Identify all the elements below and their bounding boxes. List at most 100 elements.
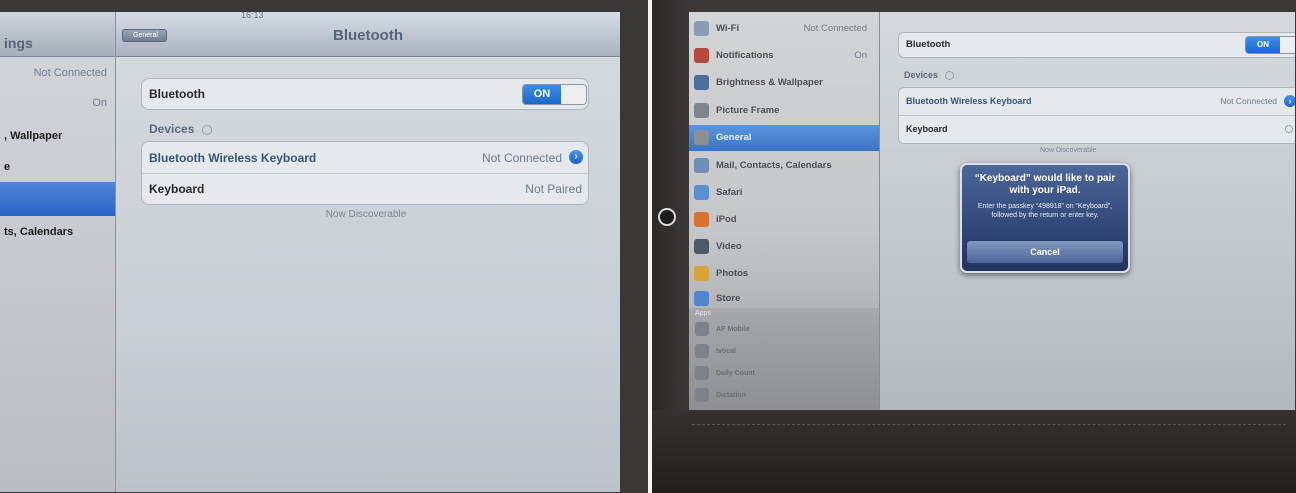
sidebar-item-label: Brightness & Wallpaper — [716, 77, 823, 88]
sidebar-item-picture-frame[interactable]: e — [0, 155, 115, 179]
bluetooth-label: Bluetooth — [906, 39, 951, 50]
activity-spinner-icon — [201, 124, 212, 135]
sidebar-item-notifications[interactable]: Notifications On — [689, 43, 879, 69]
sidebar-app-item[interactable]: Ivocal — [716, 348, 736, 355]
ipod-icon — [694, 212, 709, 227]
sidebar-app-item[interactable]: Daily Count — [716, 370, 755, 377]
settings-sidebar: ings Not Connected On , Wallpaper e ts, … — [0, 12, 116, 492]
sidebar-item-ipod[interactable]: iPod — [689, 207, 879, 233]
sidebar-item-label: Wi-Fi — [716, 23, 740, 34]
sidebar-item-label: Notifications — [716, 50, 774, 61]
discoverable-status: Now Discoverable — [325, 209, 407, 220]
status-bar-time: 16:13 — [241, 12, 264, 20]
sidebar-item-label: General — [716, 132, 752, 143]
toggle-on-label: ON — [1246, 37, 1280, 53]
device-status: Not Connected — [481, 151, 562, 165]
alert-title: “Keyboard” would like to pair with your … — [974, 173, 1116, 196]
mail-icon — [694, 158, 709, 173]
sidebar-item-label: Mail, Contacts, Calendars — [716, 160, 832, 171]
left-photo: ings Not Connected On , Wallpaper e ts, … — [0, 0, 648, 493]
disclosure-arrow-icon[interactable]: › — [1284, 95, 1295, 107]
sidebar-item-safari[interactable]: Safari — [689, 180, 879, 206]
sidebar-item-label: , Wallpaper — [4, 130, 63, 142]
sidebar-item-picture-frame[interactable]: Picture Frame — [689, 98, 879, 124]
bluetooth-detail-pane: 16:13 General Bluetooth Bluetooth ON Dev… — [116, 12, 620, 492]
settings-sidebar: Wi-Fi Not Connected Notifications On Brightn… — [689, 12, 880, 412]
gear-icon — [694, 130, 709, 145]
navigation-bar: 16:13 General Bluetooth — [116, 12, 620, 57]
sidebar-item-value: Not Connected — [33, 67, 107, 79]
video-icon — [694, 239, 709, 254]
sidebar-item-mail[interactable]: ts, Calendars — [0, 220, 115, 244]
devices-section-header: Devices — [149, 122, 212, 136]
device-name: Bluetooth Wireless Keyboard — [149, 151, 317, 165]
devices-section-header: Devices — [904, 70, 954, 81]
toggle-on-label: ON — [523, 85, 561, 104]
bluetooth-label: Bluetooth — [149, 87, 205, 101]
sidebar-item-label: e — [4, 161, 11, 173]
sidebar-item-video[interactable]: Video — [689, 234, 879, 260]
bluetooth-row: Bluetooth ON — [898, 32, 1295, 58]
right-ipad-screen: Wi-Fi Not Connected Notifications On Brightn… — [689, 12, 1295, 412]
discoverable-status: Now Discoverable — [1040, 147, 1097, 154]
apps-section: Apps AP Mobile Ivocal Daily Count Dictation — [689, 308, 879, 412]
alert-message: Enter the passkey “498918” on “Keyboard”… — [977, 203, 1113, 219]
device-row[interactable]: Bluetooth Wireless Keyboard Not Connecte… — [899, 88, 1295, 115]
disclosure-arrow-icon[interactable]: › — [569, 150, 583, 164]
sidebar-item-general[interactable] — [0, 182, 115, 216]
photos-icon — [694, 266, 709, 281]
apps-section-header: Apps — [695, 310, 711, 317]
cancel-button[interactable]: Cancel — [966, 240, 1124, 264]
sidebar-item-label: Picture Frame — [716, 105, 780, 116]
activity-spinner-icon — [944, 71, 954, 81]
wifi-icon — [694, 21, 709, 36]
sidebar-item-value: On — [92, 97, 107, 109]
pairing-alert: “Keyboard” would like to pair with your … — [960, 163, 1130, 273]
left-ipad-screen: ings Not Connected On , Wallpaper e ts, … — [0, 12, 620, 492]
bluetooth-toggle[interactable]: ON — [522, 84, 587, 105]
sidebar-item-photos[interactable]: Photos — [689, 261, 879, 287]
sidebar-title: ings — [4, 35, 33, 51]
brightness-icon — [694, 75, 709, 90]
sidebar-item-wi-fi[interactable]: Wi-Fi Not Connected — [689, 16, 879, 42]
device-status: Not Paired — [525, 182, 582, 196]
device-row[interactable]: Keyboard — [899, 116, 1295, 143]
device-row[interactable]: Bluetooth Wireless Keyboard Not Connecte… — [142, 142, 588, 173]
devices-header-label: Devices — [904, 70, 939, 80]
sidebar-item-wifi[interactable]: Not Connected — [0, 62, 115, 86]
case-stitching — [692, 424, 1286, 427]
pairing-spinner-icon — [1285, 125, 1293, 133]
sidebar-item-label: ts, Calendars — [4, 226, 74, 238]
app-icon — [695, 322, 709, 336]
sidebar-item-label: iPod — [716, 214, 737, 225]
right-photo: Wi-Fi Not Connected Notifications On Brightn… — [652, 0, 1296, 493]
sidebar-item-general[interactable]: General — [689, 125, 879, 151]
page-title: Bluetooth — [333, 27, 403, 44]
app-icon — [695, 366, 709, 380]
sidebar-item-label: Video — [716, 241, 742, 252]
devices-list: Bluetooth Wireless Keyboard Not Connecte… — [898, 87, 1295, 144]
sidebar-app-item[interactable]: Dictation — [716, 392, 746, 399]
sidebar-header: ings — [0, 12, 115, 57]
safari-icon — [694, 185, 709, 200]
leather-case-bottom — [652, 410, 1296, 493]
home-button-icon[interactable] — [658, 208, 676, 226]
sidebar-item-value: On — [854, 50, 867, 61]
store-icon — [694, 291, 709, 306]
bluetooth-row: Bluetooth ON — [141, 78, 589, 110]
device-name: Bluetooth Wireless Keyboard — [906, 96, 1032, 106]
bluetooth-toggle[interactable]: ON — [1245, 36, 1295, 54]
device-row[interactable]: Keyboard Not Paired — [142, 174, 588, 204]
sidebar-app-item[interactable]: AP Mobile — [716, 326, 750, 333]
device-name: Keyboard — [149, 182, 205, 196]
sidebar-item-notifications[interactable]: On — [0, 92, 115, 116]
device-name: Keyboard — [906, 124, 948, 134]
sidebar-item-label: Photos — [716, 268, 749, 279]
sidebar-item-brightness[interactable]: , Wallpaper — [0, 124, 115, 148]
app-icon — [695, 344, 709, 358]
sidebar-item-brightness-wallpaper[interactable]: Brightness & Wallpaper — [689, 70, 879, 96]
devices-header-label: Devices — [149, 122, 195, 136]
sidebar-item-mail-contacts-calendars[interactable]: Mail, Contacts, Calendars — [689, 153, 879, 179]
sidebar-item-label: Safari — [716, 187, 743, 198]
sidebar-item-label: Store — [716, 293, 741, 304]
